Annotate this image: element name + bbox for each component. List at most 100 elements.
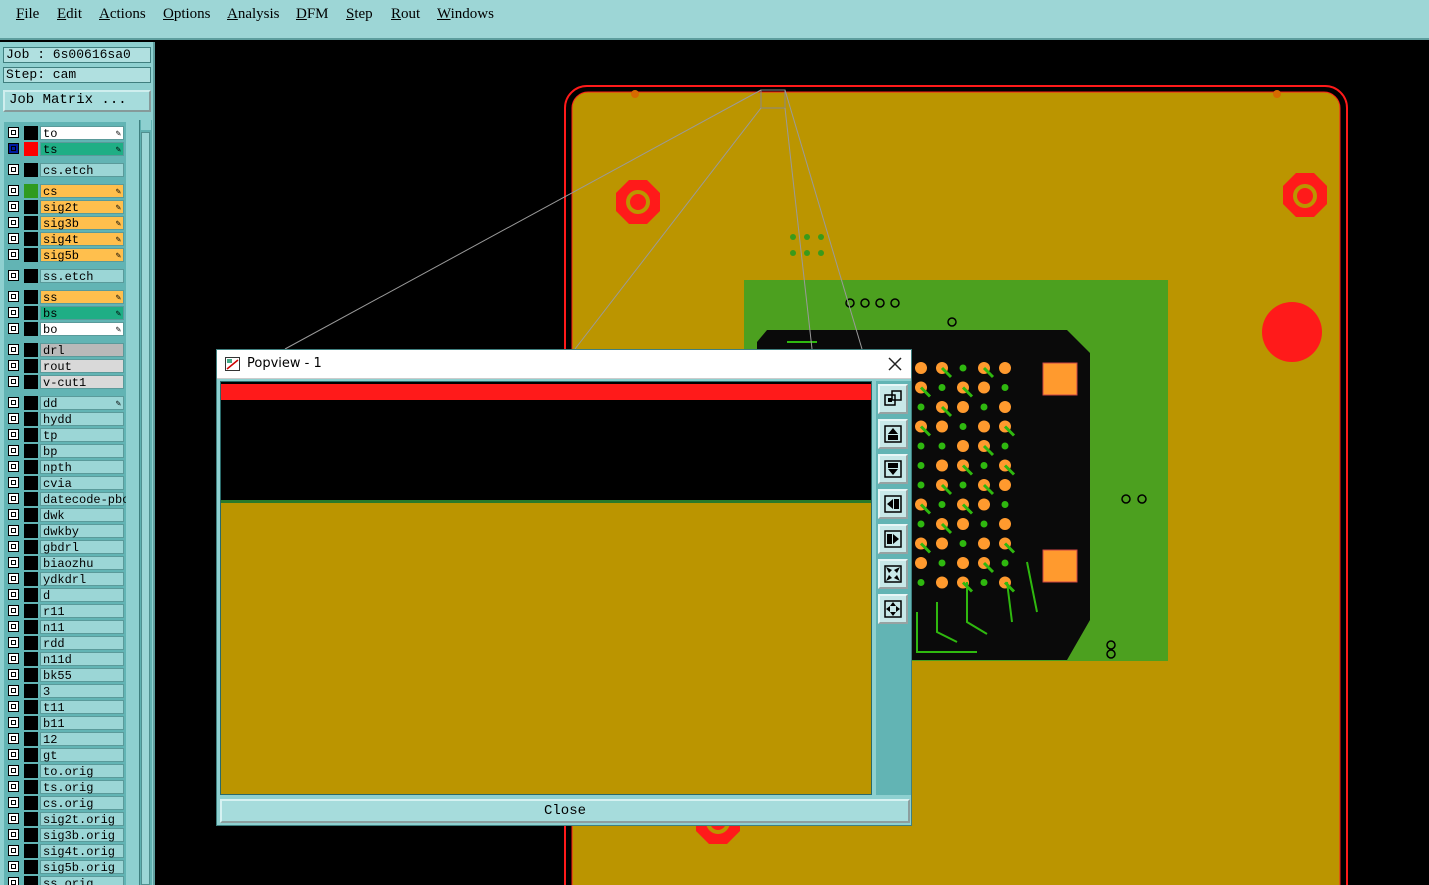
- layer-name[interactable]: tp: [40, 428, 124, 443]
- layer-list-scrollbar[interactable]: [139, 120, 152, 885]
- layer-name[interactable]: sig3b ✎: [40, 216, 124, 231]
- layer-color-swatch[interactable]: [24, 343, 38, 357]
- layer-color-swatch[interactable]: [24, 269, 38, 283]
- zoom-in-button[interactable]: [878, 594, 908, 624]
- layer-checkbox[interactable]: [8, 733, 19, 744]
- layer-checkbox[interactable]: [8, 845, 19, 856]
- layer-color-swatch[interactable]: [24, 163, 38, 177]
- layer-row-dd[interactable]: dd ✎: [4, 396, 126, 411]
- layer-color-swatch[interactable]: [24, 620, 38, 634]
- layer-checkbox[interactable]: [8, 127, 19, 138]
- layer-checkbox[interactable]: [8, 413, 19, 424]
- layer-name[interactable]: d: [40, 588, 124, 603]
- layer-row-npth[interactable]: npth: [4, 460, 126, 475]
- zoom-out-button[interactable]: [878, 559, 908, 589]
- layer-name[interactable]: r11: [40, 604, 124, 619]
- layer-name[interactable]: bs ✎: [40, 306, 124, 321]
- layer-color-swatch[interactable]: [24, 200, 38, 214]
- layer-name[interactable]: bk55: [40, 668, 124, 683]
- pan-up-button[interactable]: [878, 419, 908, 449]
- layer-checkbox[interactable]: [8, 701, 19, 712]
- layer-color-swatch[interactable]: [24, 860, 38, 874]
- layer-name[interactable]: ss.orig: [40, 876, 124, 885]
- layer-checkbox[interactable]: [8, 829, 19, 840]
- layer-row-bs[interactable]: bs ✎: [4, 306, 126, 321]
- layer-checkbox[interactable]: [8, 877, 19, 885]
- layer-row-rdd[interactable]: rdd: [4, 636, 126, 651]
- layer-row-sig3b.orig[interactable]: sig3b.orig: [4, 828, 126, 843]
- layer-checkbox[interactable]: [8, 541, 19, 552]
- layer-row-sig4t.orig[interactable]: sig4t.orig: [4, 844, 126, 859]
- pan-left-button[interactable]: [878, 489, 908, 519]
- layer-name[interactable]: 12: [40, 732, 124, 747]
- layer-row-tp[interactable]: tp: [4, 428, 126, 443]
- layer-name[interactable]: npth: [40, 460, 124, 475]
- layer-name[interactable]: to ✎: [40, 126, 124, 141]
- layer-name[interactable]: sig5b.orig: [40, 860, 124, 875]
- popview-titlebar[interactable]: Popview - 1: [217, 350, 911, 379]
- layer-name[interactable]: sig5b ✎: [40, 248, 124, 263]
- layer-name[interactable]: drl: [40, 343, 124, 358]
- layer-row-cvia[interactable]: cvia: [4, 476, 126, 491]
- layer-color-swatch[interactable]: [24, 396, 38, 410]
- layer-row-datecode-pbo[interactable]: datecode-pbo: [4, 492, 126, 507]
- layer-row-sig4t[interactable]: sig4t ✎: [4, 232, 126, 247]
- layer-name[interactable]: cs.etch: [40, 163, 124, 178]
- layer-color-swatch[interactable]: [24, 322, 38, 336]
- layer-name[interactable]: rdd: [40, 636, 124, 651]
- layer-color-swatch[interactable]: [24, 248, 38, 262]
- layer-row-sig2t[interactable]: sig2t ✎: [4, 200, 126, 215]
- layer-row-gt[interactable]: gt: [4, 748, 126, 763]
- layer-name[interactable]: ts.orig: [40, 780, 124, 795]
- layer-color-swatch[interactable]: [24, 812, 38, 826]
- layer-row-ss[interactable]: ss ✎: [4, 290, 126, 305]
- layer-color-swatch[interactable]: [24, 306, 38, 320]
- layer-color-swatch[interactable]: [24, 732, 38, 746]
- layer-color-swatch[interactable]: [24, 232, 38, 246]
- layer-checkbox[interactable]: [8, 429, 19, 440]
- layer-color-swatch[interactable]: [24, 652, 38, 666]
- layer-checkbox[interactable]: [8, 525, 19, 536]
- layer-checkbox[interactable]: [8, 637, 19, 648]
- layer-name[interactable]: ss ✎: [40, 290, 124, 305]
- layer-name[interactable]: bo ✎: [40, 322, 124, 337]
- layer-row-bk55[interactable]: bk55: [4, 668, 126, 683]
- layer-color-swatch[interactable]: [24, 412, 38, 426]
- layer-checkbox[interactable]: [8, 360, 19, 371]
- layer-checkbox[interactable]: [8, 291, 19, 302]
- layer-row-v-cut1[interactable]: v-cut1: [4, 375, 126, 390]
- layer-checkbox[interactable]: [8, 685, 19, 696]
- layer-row-to.orig[interactable]: to.orig: [4, 764, 126, 779]
- layer-color-swatch[interactable]: [24, 476, 38, 490]
- layer-name[interactable]: sig2t ✎: [40, 200, 124, 215]
- layer-checkbox[interactable]: [8, 445, 19, 456]
- layer-name[interactable]: n11d: [40, 652, 124, 667]
- layer-name[interactable]: cs ✎: [40, 184, 124, 199]
- layer-row-sig2t.orig[interactable]: sig2t.orig: [4, 812, 126, 827]
- layer-row-dwk[interactable]: dwk: [4, 508, 126, 523]
- layer-checkbox[interactable]: [8, 164, 19, 175]
- layer-color-swatch[interactable]: [24, 290, 38, 304]
- layer-name[interactable]: sig4t ✎: [40, 232, 124, 247]
- layer-name[interactable]: dwkby: [40, 524, 124, 539]
- layer-color-swatch[interactable]: [24, 604, 38, 618]
- layer-name[interactable]: t11: [40, 700, 124, 715]
- layer-checkbox[interactable]: [8, 509, 19, 520]
- layer-checkbox[interactable]: [8, 217, 19, 228]
- layer-color-swatch[interactable]: [24, 668, 38, 682]
- layer-color-swatch[interactable]: [24, 748, 38, 762]
- layer-name[interactable]: ts ✎: [40, 142, 124, 157]
- layer-name[interactable]: sig4t.orig: [40, 844, 124, 859]
- layer-color-swatch[interactable]: [24, 844, 38, 858]
- layer-row-sig5b.orig[interactable]: sig5b.orig: [4, 860, 126, 875]
- layer-color-swatch[interactable]: [24, 796, 38, 810]
- layer-checkbox[interactable]: [8, 765, 19, 776]
- layer-name[interactable]: 3: [40, 684, 124, 699]
- layer-name[interactable]: cs.orig: [40, 796, 124, 811]
- layer-checkbox[interactable]: [8, 621, 19, 632]
- layer-color-swatch[interactable]: [24, 359, 38, 373]
- layer-name[interactable]: biaozhu: [40, 556, 124, 571]
- layer-color-swatch[interactable]: [24, 636, 38, 650]
- layer-row-hydd[interactable]: hydd: [4, 412, 126, 427]
- scroll-thumb[interactable]: [141, 132, 150, 885]
